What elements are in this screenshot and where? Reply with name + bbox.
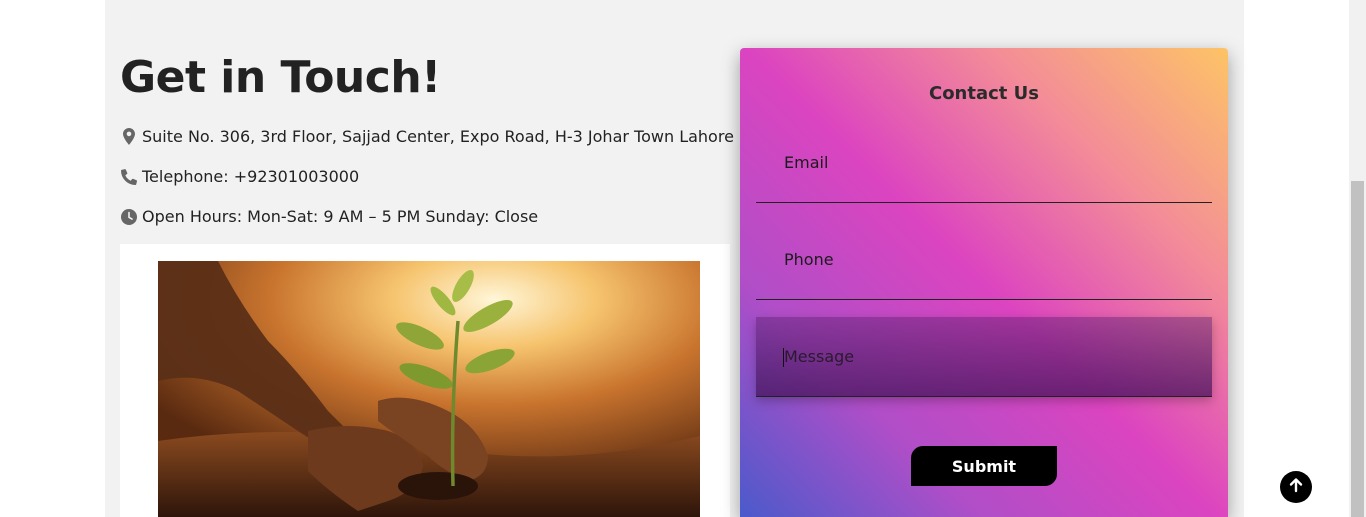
planting-image: [158, 261, 700, 517]
telephone-text: Telephone: +92301003000: [142, 167, 360, 186]
page-title: Get in Touch!: [120, 52, 441, 103]
address-row: Suite No. 306, 3rd Floor, Sajjad Center,…: [120, 127, 734, 146]
image-card: [120, 244, 730, 517]
scroll-to-top-button[interactable]: [1280, 471, 1312, 503]
page: Get in Touch! Suite No. 306, 3rd Floor, …: [0, 0, 1366, 517]
hours-text: Open Hours: Mon-Sat: 9 AM – 5 PM Sunday:…: [142, 207, 539, 226]
phone-placeholder: Phone: [784, 250, 834, 269]
message-field[interactable]: Message: [756, 317, 1212, 397]
email-placeholder: Email: [784, 153, 829, 172]
contact-form: Contact Us Email Phone Message Submit: [740, 48, 1228, 517]
submit-button[interactable]: Submit: [911, 446, 1057, 486]
map-marker-icon: [120, 128, 138, 146]
phone-field[interactable]: Phone: [756, 220, 1212, 300]
address-text: Suite No. 306, 3rd Floor, Sajjad Center,…: [142, 127, 734, 146]
message-placeholder: Message: [784, 347, 855, 366]
arrow-up-icon: [1288, 477, 1304, 498]
telephone-row: Telephone: +92301003000: [120, 167, 359, 186]
phone-icon: [120, 168, 138, 186]
clock-icon: [120, 208, 138, 226]
scrollbar-thumb[interactable]: [1351, 181, 1364, 517]
hours-row: Open Hours: Mon-Sat: 9 AM – 5 PM Sunday:…: [120, 207, 538, 226]
contact-section: Get in Touch! Suite No. 306, 3rd Floor, …: [105, 0, 1244, 517]
contact-form-title: Contact Us: [928, 83, 1039, 104]
email-field[interactable]: Email: [756, 123, 1212, 203]
